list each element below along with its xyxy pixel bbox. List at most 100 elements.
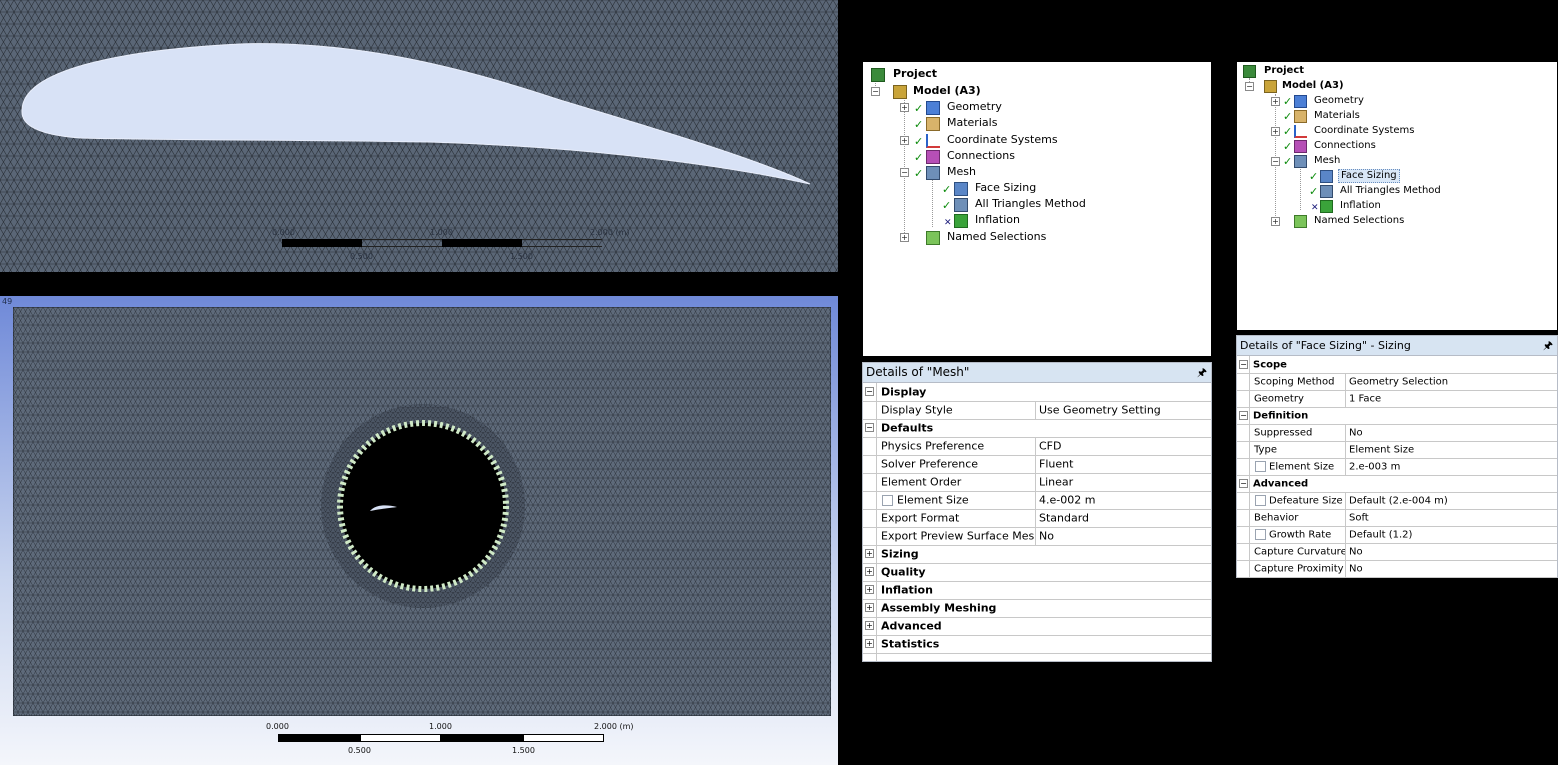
tree-node-all-triangles[interactable]: ✓ All Triangles Method: [1297, 184, 1497, 198]
details-title-bar: Details of "Face Sizing" - Sizing 🖈: [1237, 336, 1557, 356]
expand-icon[interactable]: +: [865, 621, 874, 630]
section-assembly-meshing[interactable]: + Assembly Meshing: [863, 599, 1211, 618]
tree-node-face-sizing[interactable]: ✓ Face Sizing: [928, 180, 1068, 196]
prop-capture-curvature[interactable]: Capture Curvature No: [1237, 543, 1557, 561]
collapse-icon[interactable]: −: [1245, 82, 1254, 91]
check-icon: ✓: [1283, 95, 1293, 108]
expand-icon[interactable]: +: [900, 233, 909, 242]
prop-export-preview[interactable]: Export Preview Surface Mesh No: [863, 527, 1211, 546]
prop-behavior[interactable]: Behavior Soft: [1237, 509, 1557, 527]
collapse-icon[interactable]: −: [1239, 479, 1248, 488]
prop-value: 4.e-002 m: [1039, 493, 1096, 507]
sizing-icon: [1320, 170, 1333, 183]
prop-element-size[interactable]: Element Size 4.e-002 m: [863, 491, 1211, 510]
section-definition[interactable]: − Definition: [1237, 407, 1557, 425]
named-selections-icon: [1294, 215, 1307, 228]
collapse-icon[interactable]: −: [900, 168, 909, 177]
collapse-icon[interactable]: −: [871, 87, 880, 96]
check-icon: ✓: [1283, 140, 1293, 153]
collapse-icon[interactable]: −: [1239, 411, 1248, 420]
tree-node-mesh[interactable]: − ✓ Mesh: [1271, 154, 1411, 168]
details-face-sizing-panel: Details of "Face Sizing" - Sizing 🖈 − Sc…: [1236, 335, 1558, 578]
tree-node-connections[interactable]: ✓ Connections: [1271, 139, 1411, 153]
expand-icon[interactable]: +: [900, 103, 909, 112]
prop-geometry[interactable]: Geometry 1 Face: [1237, 390, 1557, 408]
section-scope[interactable]: − Scope: [1237, 356, 1557, 374]
airfoil-closeup-viewport[interactable]: 0.000 1.000 2.000 (m) 0.500 1.500: [0, 0, 838, 272]
tree-node-materials[interactable]: ✓ Materials: [1271, 109, 1411, 123]
parameter-checkbox[interactable]: [1255, 461, 1266, 472]
pin-icon[interactable]: 🖈: [1197, 363, 1207, 382]
collapse-icon[interactable]: −: [865, 423, 874, 432]
prop-value: Default (2.e-004 m): [1349, 495, 1448, 506]
prop-element-size[interactable]: Element Size 2.e-003 m: [1237, 458, 1557, 476]
tree-node-coordinate-systems[interactable]: + ✓ Coordinate Systems: [900, 132, 1080, 148]
parameter-checkbox[interactable]: [882, 495, 893, 506]
pin-icon[interactable]: 🖈: [1543, 336, 1553, 355]
section-advanced[interactable]: + Advanced: [863, 617, 1211, 636]
tree-node-geometry[interactable]: + ✓ Geometry: [900, 99, 1040, 115]
collapse-icon[interactable]: −: [1239, 360, 1248, 369]
scale-label: 0.500: [348, 746, 371, 755]
scale-bar-bottom: 0.000 1.000 2.000 (m) 0.500 1.500: [266, 722, 642, 762]
tree-node-inflation[interactable]: ✕ Inflation: [1297, 199, 1437, 213]
scale-label: 1.500: [510, 252, 533, 261]
prop-label: Capture Curvature: [1254, 546, 1346, 557]
prop-export-format[interactable]: Export Format Standard: [863, 509, 1211, 528]
mesh-pattern-domain: [13, 307, 831, 716]
prop-growth-rate[interactable]: Growth Rate Default (1.2): [1237, 526, 1557, 544]
tree-node-project[interactable]: Project: [1243, 64, 1363, 78]
mesh-icon: [926, 166, 940, 180]
expand-icon[interactable]: +: [865, 639, 874, 648]
prop-defeature-size[interactable]: Defeature Size Default (2.e-004 m): [1237, 492, 1557, 510]
expand-icon[interactable]: +: [865, 567, 874, 576]
domain-viewport[interactable]: 49 0.000 1.000 2.000 (m) 0.500 1.500: [0, 296, 838, 765]
prop-capture-proximity[interactable]: Capture Proximity No: [1237, 560, 1557, 578]
expand-icon[interactable]: +: [1271, 217, 1280, 226]
expand-icon[interactable]: +: [865, 585, 874, 594]
prop-display-style[interactable]: Display Style Use Geometry Setting: [863, 401, 1211, 420]
prop-scoping-method[interactable]: Scoping Method Geometry Selection: [1237, 373, 1557, 391]
tree-label: Materials: [1314, 110, 1360, 121]
prop-label: Capture Proximity: [1254, 563, 1344, 574]
section-display[interactable]: − Display: [863, 383, 1211, 402]
tree-node-geometry[interactable]: + ✓ Geometry: [1271, 94, 1411, 108]
section-inflation[interactable]: + Inflation: [863, 581, 1211, 600]
prop-element-order[interactable]: Element Order Linear: [863, 473, 1211, 492]
collapse-icon[interactable]: −: [865, 387, 874, 396]
parameter-checkbox[interactable]: [1255, 495, 1266, 506]
prop-label: Geometry: [1254, 393, 1304, 404]
expand-icon[interactable]: +: [1271, 127, 1280, 136]
prop-label: Defeature Size: [1269, 495, 1343, 506]
collapse-icon[interactable]: −: [1271, 157, 1280, 166]
tree-node-inflation[interactable]: ✕ Inflation: [928, 212, 1068, 228]
tree-node-model[interactable]: − Model (A3): [1245, 79, 1385, 93]
tree-label: Connections: [947, 149, 1015, 162]
section-defaults[interactable]: − Defaults: [863, 419, 1211, 438]
prop-suppressed[interactable]: Suppressed No: [1237, 424, 1557, 442]
section-quality[interactable]: + Quality: [863, 563, 1211, 582]
tree-node-project[interactable]: Project: [869, 66, 989, 82]
prop-physics-preference[interactable]: Physics Preference CFD: [863, 437, 1211, 456]
tree-node-named-selections[interactable]: + Named Selections: [900, 229, 1080, 245]
prop-solver-preference[interactable]: Solver Preference Fluent: [863, 455, 1211, 474]
tree-node-mesh[interactable]: − ✓ Mesh: [900, 164, 1040, 180]
tree-node-named-selections[interactable]: + Named Selections: [1271, 214, 1451, 228]
section-advanced[interactable]: − Advanced: [1237, 475, 1557, 493]
tree-node-model[interactable]: − Model (A3): [871, 83, 1011, 99]
prop-type[interactable]: Type Element Size: [1237, 441, 1557, 459]
section-sizing[interactable]: + Sizing: [863, 545, 1211, 564]
expand-icon[interactable]: +: [900, 136, 909, 145]
tree-node-coordinate-systems[interactable]: + ✓ Coordinate Systems: [1271, 124, 1451, 138]
tree-node-all-triangles[interactable]: ✓ All Triangles Method: [928, 196, 1128, 212]
parameter-checkbox[interactable]: [1255, 529, 1266, 540]
expand-icon[interactable]: +: [865, 549, 874, 558]
prop-value: No: [1039, 529, 1054, 543]
section-statistics[interactable]: + Statistics: [863, 635, 1211, 654]
rotating-zone-ring: [337, 420, 509, 592]
expand-icon[interactable]: +: [865, 603, 874, 612]
tree-node-connections[interactable]: ✓ Connections: [900, 148, 1040, 164]
tree-node-face-sizing[interactable]: ✓ Face Sizing: [1297, 169, 1437, 183]
expand-icon[interactable]: +: [1271, 97, 1280, 106]
tree-node-materials[interactable]: ✓ Materials: [900, 115, 1040, 131]
